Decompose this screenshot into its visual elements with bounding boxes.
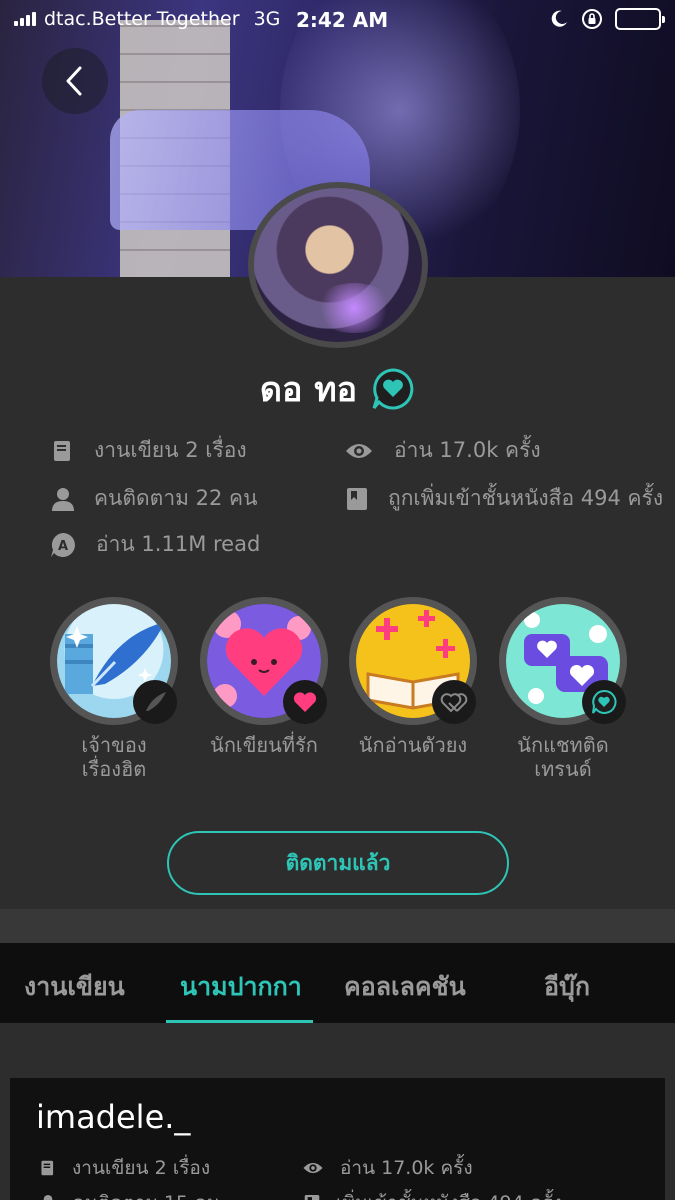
app-logo-icon: A xyxy=(51,532,75,557)
badge-heart-mini-icon xyxy=(283,680,327,724)
tab-works[interactable]: งานเขียน xyxy=(24,967,125,1007)
card-stat-works-text: งานเขียน 2 เรื่อง xyxy=(72,1157,211,1179)
badge-label: นักเขียนที่รัก xyxy=(210,733,318,757)
stat-reads-text: อ่าน 17.0k ครั้ง xyxy=(394,438,541,462)
back-button[interactable] xyxy=(42,48,108,114)
stat-library-adds: ถูกเพิ่มเข้าชั้นหนังสือ 494 ครั้ง xyxy=(346,482,663,515)
card-stat-library-adds-text: เพิ่มเข้าชั้นหนังสือ 494 ครั้ง xyxy=(336,1188,562,1200)
stat-followers: คนติดตาม 22 คน xyxy=(52,482,257,515)
badge-quill-mini-icon xyxy=(133,680,177,724)
card-stat-reads: อ่าน 17.0k ครั้ง xyxy=(302,1153,473,1183)
bookmark-book-icon xyxy=(347,487,367,510)
moon-icon xyxy=(551,10,567,27)
badge-chat-mini-icon xyxy=(582,680,626,724)
card-stat-followers: คนติดตาม 15 คน xyxy=(40,1188,220,1200)
svg-text:A: A xyxy=(58,539,68,554)
stat-works: งานเขียน 2 เรื่อง xyxy=(52,434,247,467)
eye-icon xyxy=(346,443,372,458)
chat-heart-badge-icon xyxy=(372,368,414,410)
badge-label: นักแชทติด เทรนด์ xyxy=(517,733,609,781)
profile-tabs: งานเขียน นามปากกา คอลเลคชัน อีบุ๊ก xyxy=(0,943,675,1024)
profile-name-row: ดอ ทอ xyxy=(0,362,675,416)
stat-total-reads: A อ่าน 1.11M read xyxy=(50,528,260,561)
badge-label: นักอ่านตัวยง xyxy=(358,733,468,757)
avatar-photo xyxy=(314,283,394,333)
stat-total-reads-text: อ่าน 1.11M read xyxy=(96,532,261,556)
tab-pen-names[interactable]: นามปากกา xyxy=(180,967,302,1007)
badge-hit-story-owner[interactable]: เจ้าของ เรื่องฮิต xyxy=(50,597,178,781)
status-bar: dtac.Better Together 3G 2:42 AM xyxy=(0,0,675,38)
card-stat-reads-text: อ่าน 17.0k ครั้ง xyxy=(340,1157,473,1179)
rotation-lock-icon xyxy=(582,9,602,29)
achievement-badges: เจ้าของ เรื่องฮิต นักเขียนที่รัก นักอ่าน… xyxy=(50,597,650,797)
avatar[interactable] xyxy=(248,182,428,348)
clock: 2:42 AM xyxy=(296,8,389,32)
following-button[interactable]: ติดตามแล้ว xyxy=(167,831,509,895)
person-icon xyxy=(43,1195,53,1200)
battery-icon xyxy=(615,8,665,30)
chevron-left-icon xyxy=(66,66,82,96)
pen-name-card[interactable]: imadele._ งานเขียน 2 เรื่อง อ่าน 17.0k ค… xyxy=(10,1078,665,1200)
card-stat-works: งานเขียน 2 เรื่อง xyxy=(40,1153,210,1183)
carrier-name: dtac.Better Together xyxy=(44,8,240,30)
card-stat-followers-text: คนติดตาม 15 คน xyxy=(72,1188,220,1200)
pen-name-list: imadele._ งานเขียน 2 เรื่อง อ่าน 17.0k ค… xyxy=(0,1023,675,1200)
eye-icon xyxy=(303,1162,323,1174)
badge-trending-chatter[interactable]: นักแชทติด เทรนด์ xyxy=(499,597,627,781)
stat-library-adds-text: ถูกเพิ่มเข้าชั้นหนังสือ 494 ครั้ง xyxy=(388,486,664,510)
profile-name: ดอ ทอ xyxy=(259,370,358,410)
badge-beloved-writer[interactable]: นักเขียนที่รัก xyxy=(200,597,328,757)
tab-ebooks[interactable]: อีบุ๊ก xyxy=(544,967,590,1007)
card-stat-library-adds: เพิ่มเข้าชั้นหนังสือ 494 ครั้ง xyxy=(304,1188,562,1200)
bookmark-book-icon xyxy=(304,1195,320,1200)
badge-hearts-mini-icon xyxy=(432,680,476,724)
stat-followers-text: คนติดตาม 22 คน xyxy=(94,486,258,510)
pen-name-title: imadele._ xyxy=(36,1098,191,1136)
signal-strength-icon xyxy=(14,12,36,26)
tab-collections[interactable]: คอลเลคชัน xyxy=(344,967,466,1007)
book-icon xyxy=(41,1160,54,1176)
stat-works-text: งานเขียน 2 เรื่อง xyxy=(94,438,247,462)
network-type: 3G xyxy=(253,8,281,30)
badge-avid-reader[interactable]: นักอ่านตัวยง xyxy=(349,597,477,757)
badge-label: เจ้าของ เรื่องฮิต xyxy=(81,733,147,781)
book-icon xyxy=(54,440,70,461)
person-icon xyxy=(52,487,74,511)
stat-reads: อ่าน 17.0k ครั้ง xyxy=(344,434,541,467)
section-divider xyxy=(0,909,675,943)
